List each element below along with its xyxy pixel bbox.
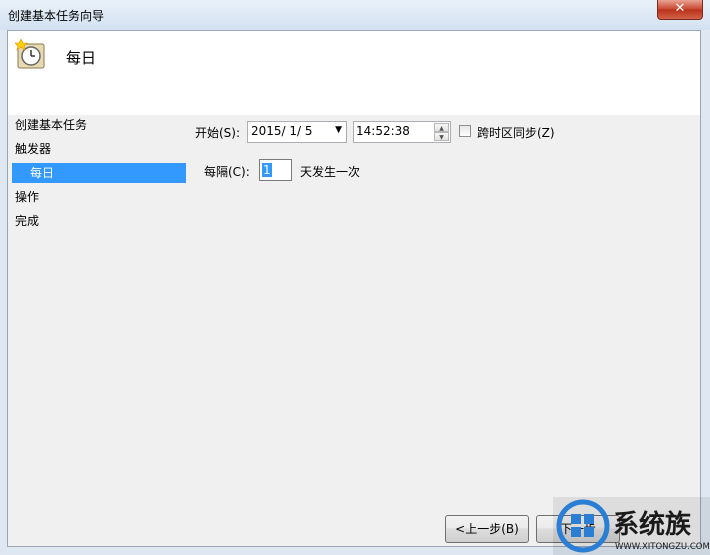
start-time-value: 14:52:38 xyxy=(356,124,410,138)
scheduled-task-clock-icon xyxy=(15,39,45,69)
nav-item-create-basic-task[interactable]: 创建基本任务 xyxy=(15,115,87,135)
recur-days-input[interactable]: 1 xyxy=(259,159,292,181)
start-label: 开始(S): xyxy=(195,126,241,140)
wizard-client-area: 每日 创建基本任务 触发器 每日 操作 完成 开始(S): 2015/ 1/ 5… xyxy=(7,30,701,547)
page-title: 每日 xyxy=(66,49,97,67)
xitongzu-watermark-logo: 系统族 WWW.XITONGZU.COM xyxy=(553,497,710,555)
recur-label: 每隔(C): xyxy=(204,165,250,179)
sync-timezone-checkbox[interactable] xyxy=(459,125,471,137)
dropdown-arrow-icon[interactable]: ▼ xyxy=(335,125,342,135)
close-icon: ✕ xyxy=(674,1,686,16)
watermark-text: 系统族 xyxy=(613,509,692,540)
wizard-header: 每日 xyxy=(8,31,700,115)
recur-suffix: 天发生一次 xyxy=(300,165,361,179)
time-spinner[interactable]: ▲ ▼ xyxy=(434,123,449,141)
back-button[interactable]: <上一步(B) xyxy=(445,515,529,543)
nav-item-finish[interactable]: 完成 xyxy=(15,211,39,231)
window-title: 创建基本任务向导 xyxy=(8,9,105,23)
nav-item-daily[interactable]: 每日 xyxy=(12,163,186,183)
watermark-url: WWW.XITONGZU.COM xyxy=(615,542,710,552)
nav-item-action[interactable]: 操作 xyxy=(15,187,39,207)
title-bar[interactable]: 创建基本任务向导 ✕ xyxy=(0,0,710,30)
start-date-value: 2015/ 1/ 5 xyxy=(251,124,313,138)
close-button[interactable]: ✕ xyxy=(657,0,703,20)
start-date-picker[interactable]: 2015/ 1/ 5 ▼ xyxy=(247,121,347,143)
start-time-input[interactable]: 14:52:38 ▲ ▼ xyxy=(353,121,451,143)
spin-down-icon[interactable]: ▼ xyxy=(434,132,449,141)
nav-item-trigger[interactable]: 触发器 xyxy=(15,139,51,159)
spin-up-icon[interactable]: ▲ xyxy=(434,123,449,132)
recur-days-value: 1 xyxy=(262,163,272,177)
sync-timezone-label[interactable]: 跨时区同步(Z) xyxy=(477,123,555,143)
